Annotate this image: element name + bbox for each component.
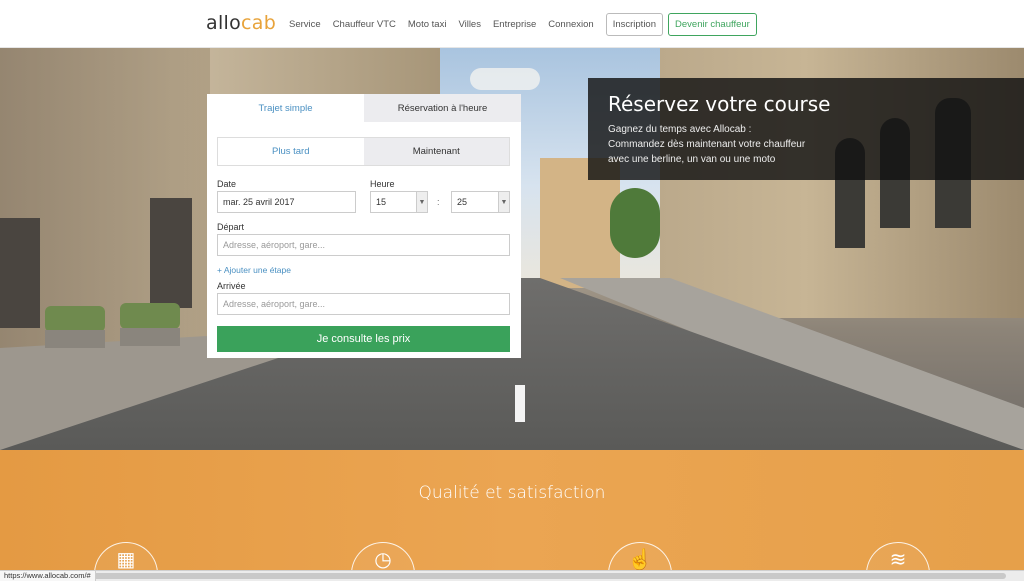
nav-villes[interactable]: Villes [458,19,481,30]
main-nav: Service Chauffeur VTC Moto taxi Villes E… [289,0,757,48]
planter-greenery [120,303,180,329]
clock-icon: ◷ [374,549,392,571]
minute-select[interactable]: 25 ▼ [451,191,510,213]
nav-service[interactable]: Service [289,19,321,30]
arrival-input[interactable]: Adresse, aéroport, gare... [217,293,510,315]
booking-panel: Trajet simple Réservation à l'heure Plus… [207,94,521,358]
promo-line-1: Gagnez du temps avec Allocab : [608,124,752,135]
signup-button[interactable]: Inscription [605,12,664,36]
logo-accent: cab [241,12,277,34]
cloud [470,68,540,90]
allocab-logo[interactable]: allocab [206,12,276,34]
wifi-icon: ≋ [889,549,907,571]
depart-input[interactable]: Adresse, aéroport, gare... [217,234,510,256]
depart-label: Départ [217,222,245,232]
nav-chauffeur-vtc[interactable]: Chauffeur VTC [333,19,396,30]
chevron-down-icon: ▼ [498,192,509,212]
quality-title: Qualité et satisfaction [418,483,606,503]
date-field[interactable]: mar. 25 avril 2017 [217,191,356,213]
logo-main: allo [206,12,242,34]
arrival-label: Arrivée [217,281,246,291]
nav-moto-taxi[interactable]: Moto taxi [408,19,447,30]
status-url: https://www.allocab.com/# [0,571,96,581]
now-option[interactable]: Maintenant [363,138,509,165]
hour-value: 15 [376,197,387,207]
calendar-icon: ▦ [116,549,136,571]
time-label: Heure [370,179,395,189]
later-option[interactable]: Plus tard [218,138,364,165]
tab-trajet-simple[interactable]: Trajet simple [207,94,364,122]
become-driver-button[interactable]: Devenir chauffeur [668,12,757,36]
promo-title: Réservez votre course [608,92,831,116]
check-prices-button[interactable]: Je consulte les prix [217,326,510,352]
tab-reservation-heure[interactable]: Réservation à l'heure [364,94,521,122]
nav-connexion[interactable]: Connexion [548,19,593,30]
promo-line-2: Commandez dès maintenant votre chauffeur [608,139,806,150]
chevron-down-icon: ▼ [416,192,427,212]
booking-tabs: Trajet simple Réservation à l'heure [207,94,521,122]
quality-section: Qualité et satisfaction ▦ ◷ ☝ ≋ [0,450,1024,581]
tree [610,188,660,258]
horizontal-scrollbar[interactable] [86,573,1006,579]
date-label: Date [217,179,237,189]
planter-greenery [45,306,105,332]
shop-door [150,198,192,308]
browser-status-bar: https://www.allocab.com/# [0,570,1024,581]
time-separator: : [437,197,440,207]
page: allocab Service Chauffeur VTC Moto taxi … [0,0,1024,581]
hand-touch-icon: ☝ [627,549,653,571]
promo-line-3: avec une berline, un van ou une moto [608,154,776,165]
when-toggle: Plus tard Maintenant [217,137,510,166]
top-header: allocab Service Chauffeur VTC Moto taxi … [0,0,1024,48]
arrival-placeholder: Adresse, aéroport, gare... [223,299,326,309]
add-step-link[interactable]: + Ajouter une étape [217,265,291,275]
lane-marking [515,385,525,422]
shop-door [0,218,40,328]
minute-value: 25 [457,197,468,207]
nav-entreprise[interactable]: Entreprise [493,19,536,30]
promo-box: Réservez votre course Gagnez du temps av… [588,78,1024,180]
planter-pot [120,328,180,346]
date-value: mar. 25 avril 2017 [223,197,295,207]
planter-pot [45,330,105,348]
hour-select[interactable]: 15 ▼ [370,191,428,213]
depart-placeholder: Adresse, aéroport, gare... [223,240,326,250]
